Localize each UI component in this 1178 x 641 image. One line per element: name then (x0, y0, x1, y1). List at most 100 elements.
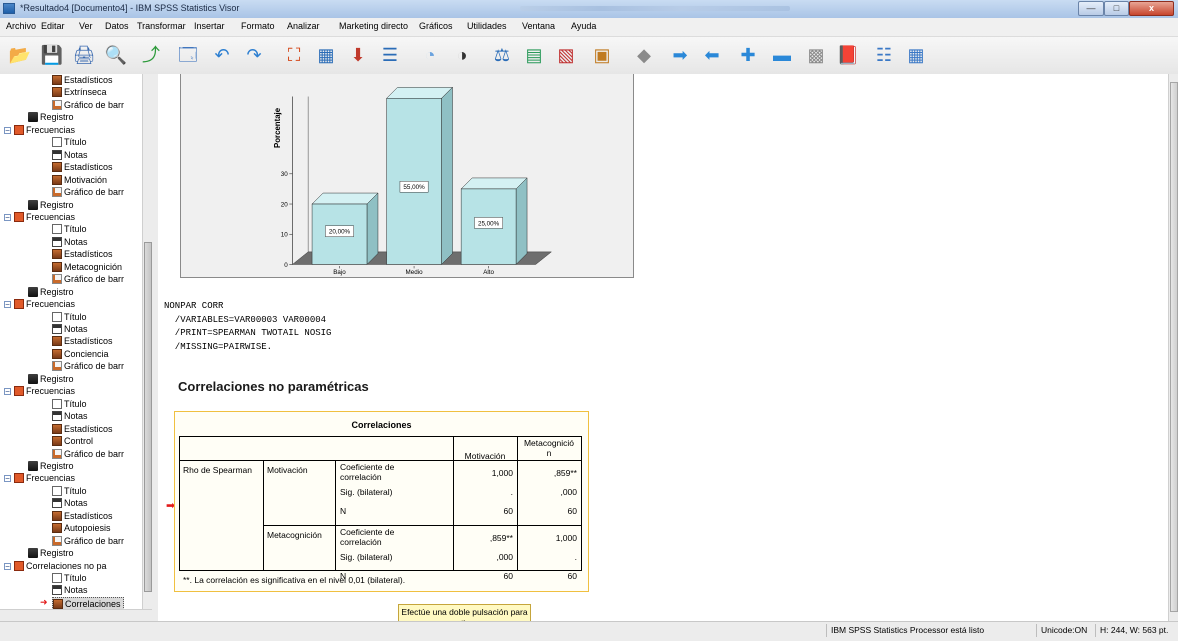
print-icon[interactable]: 🖨 (72, 43, 96, 67)
collapse-node-icon[interactable]: − (4, 475, 11, 483)
designate-window-icon[interactable]: ▤ (522, 43, 546, 67)
select-icon-glyph: ◔ (424, 45, 436, 65)
open-icon[interactable]: 📂 (8, 43, 32, 67)
tree-item[interactable]: Conciencia (52, 348, 109, 361)
forward-icon[interactable]: ➡ (668, 43, 692, 67)
collapse-node-icon[interactable]: − (4, 562, 11, 570)
tree-item[interactable]: Título (52, 398, 87, 411)
tree-item[interactable]: Frecuencias (14, 385, 75, 398)
tree-item[interactable]: Notas (52, 236, 88, 249)
menu-utilidades[interactable]: Utilidades (467, 21, 507, 31)
tree-item[interactable]: Control (52, 435, 93, 448)
tree-item[interactable]: Correlaciones no pa (14, 560, 107, 573)
goto-case-icon[interactable]: ⛶ (282, 43, 306, 67)
menu-ayuda[interactable]: Ayuda (571, 21, 596, 31)
insert-title-icon[interactable]: ☷ (872, 43, 896, 67)
tree-scroll-thumb[interactable] (144, 242, 152, 592)
tree-item[interactable]: Título (52, 311, 87, 324)
correlations-table[interactable]: Correlaciones Motivación Metacognició n Rh… (174, 411, 589, 592)
tree-item[interactable]: Título (52, 223, 87, 236)
back-icon[interactable]: ◆ (632, 43, 656, 67)
tree-item[interactable]: Notas (52, 323, 88, 336)
goto-variable-icon[interactable]: ▦ (314, 43, 338, 67)
tree-item[interactable]: Estadísticos (52, 335, 113, 348)
tree-item[interactable]: Gráfico de barr (52, 99, 124, 112)
menu-editar[interactable]: Editar (41, 21, 65, 31)
insert-output-icon[interactable]: ▧ (554, 43, 578, 67)
tree-item[interactable]: Notas (52, 497, 88, 510)
tree-item[interactable]: Extrínseca (52, 86, 107, 99)
insert-cases-icon[interactable]: ⬇ (346, 43, 370, 67)
tree-item[interactable]: Frecuencias (14, 211, 75, 224)
tree-item[interactable]: Registro (28, 460, 74, 473)
tree-item[interactable]: Frecuencias (14, 124, 75, 137)
tree-item[interactable]: Título (52, 572, 87, 585)
tree-item[interactable]: Metacognición (52, 261, 122, 274)
show-icon[interactable]: ▬ (770, 43, 794, 67)
menu-transformar[interactable]: Transformar (137, 21, 186, 31)
tree-item[interactable]: Gráfico de barr (52, 186, 124, 199)
select-icon[interactable]: ◔ (418, 43, 442, 67)
tree-item[interactable]: Título (52, 136, 87, 149)
redo-icon[interactable]: ↷ (242, 43, 266, 67)
tree-item[interactable]: Registro (28, 547, 74, 560)
bar-chart-container[interactable]: 0 10 20 30 Porcentaje 20,00% Bajo 55,00% Medio 25… (180, 74, 634, 290)
tree-item[interactable]: Título (52, 485, 87, 498)
collapse-node-icon[interactable]: − (4, 213, 11, 221)
tree-item[interactable]: Motivación (52, 174, 107, 187)
output-content[interactable]: 0 10 20 30 Porcentaje 20,00% Bajo 55,00% Medio 25… (158, 74, 1168, 621)
tree-item[interactable]: Estadísticos (52, 248, 113, 261)
close-button[interactable]: x (1129, 1, 1174, 16)
menu-datos[interactable]: Datos (105, 21, 129, 31)
tree-item[interactable]: Registro (28, 373, 74, 386)
split-file-icon[interactable]: ⚖ (490, 43, 514, 67)
outline-tree[interactable]: Estadísticos Extrínseca Gráfico de barr Reg… (0, 74, 153, 621)
hide-icon[interactable]: ▩ (804, 43, 828, 67)
tree-item[interactable]: Gráfico de barr (52, 448, 124, 461)
content-vertical-scrollbar[interactable] (1168, 74, 1178, 621)
menu-insertar[interactable]: Insertar (194, 21, 225, 31)
variables-icon[interactable]: ☰ (378, 43, 402, 67)
menu-ver[interactable]: Ver (79, 21, 93, 31)
recall-dialog-icon[interactable]: 🗔 (176, 43, 200, 67)
collapse-node-icon[interactable]: − (4, 301, 11, 309)
insert-text-icon[interactable]: ▦ (904, 43, 928, 67)
expand-icon[interactable]: ⬅ (700, 43, 724, 67)
tree-item[interactable]: Estadísticos (52, 510, 113, 523)
menu-marketing-directo[interactable]: Marketing directo (339, 21, 408, 31)
minimize-button[interactable]: — (1078, 1, 1104, 16)
tree-item[interactable]: Frecuencias (14, 472, 75, 485)
show-all-icon[interactable]: ▣ (590, 43, 614, 67)
tree-item[interactable]: Gráfico de barr (52, 360, 124, 373)
tree-item[interactable]: Notas (52, 584, 88, 597)
status-bar: IBM SPSS Statistics Processor está listo… (0, 621, 1178, 641)
undo-icon[interactable]: ↶ (210, 43, 234, 67)
weight-icon[interactable]: ◑ (450, 43, 474, 67)
print-preview-icon[interactable]: 🔍 (104, 43, 128, 67)
export-icon[interactable]: ⤴ (139, 43, 163, 67)
tree-item[interactable]: Autopoiesis (52, 522, 111, 535)
tree-item[interactable]: Frecuencias (14, 298, 75, 311)
menu-analizar[interactable]: Analizar (287, 21, 320, 31)
tree-item[interactable]: Registro (28, 286, 74, 299)
menu-archivo[interactable]: Archivo (6, 21, 36, 31)
insert-heading-icon[interactable]: 📕 (836, 43, 860, 67)
tree-item[interactable]: Gráfico de barr (52, 273, 124, 286)
menu-ventana[interactable]: Ventana (522, 21, 555, 31)
save-icon[interactable]: 💾 (40, 43, 64, 67)
tree-item[interactable]: Registro (28, 199, 74, 212)
maximize-button[interactable]: □ (1104, 1, 1129, 16)
tree-item[interactable]: Estadísticos (52, 74, 113, 87)
tree-item[interactable]: Gráfico de barr (52, 535, 124, 548)
collapse-node-icon[interactable]: − (4, 126, 11, 134)
tree-item[interactable]: Registro (28, 111, 74, 124)
tree-item[interactable]: Notas (52, 410, 88, 423)
menu-gráficos[interactable]: Gráficos (419, 21, 453, 31)
content-scroll-thumb[interactable] (1170, 82, 1178, 612)
collapse-icon[interactable]: ✚ (736, 43, 760, 67)
tree-item[interactable]: Estadísticos (52, 423, 113, 436)
tree-item[interactable]: Notas (52, 149, 88, 162)
menu-formato[interactable]: Formato (241, 21, 275, 31)
tree-item[interactable]: Estadísticos (52, 161, 113, 174)
collapse-node-icon[interactable]: − (4, 388, 11, 396)
